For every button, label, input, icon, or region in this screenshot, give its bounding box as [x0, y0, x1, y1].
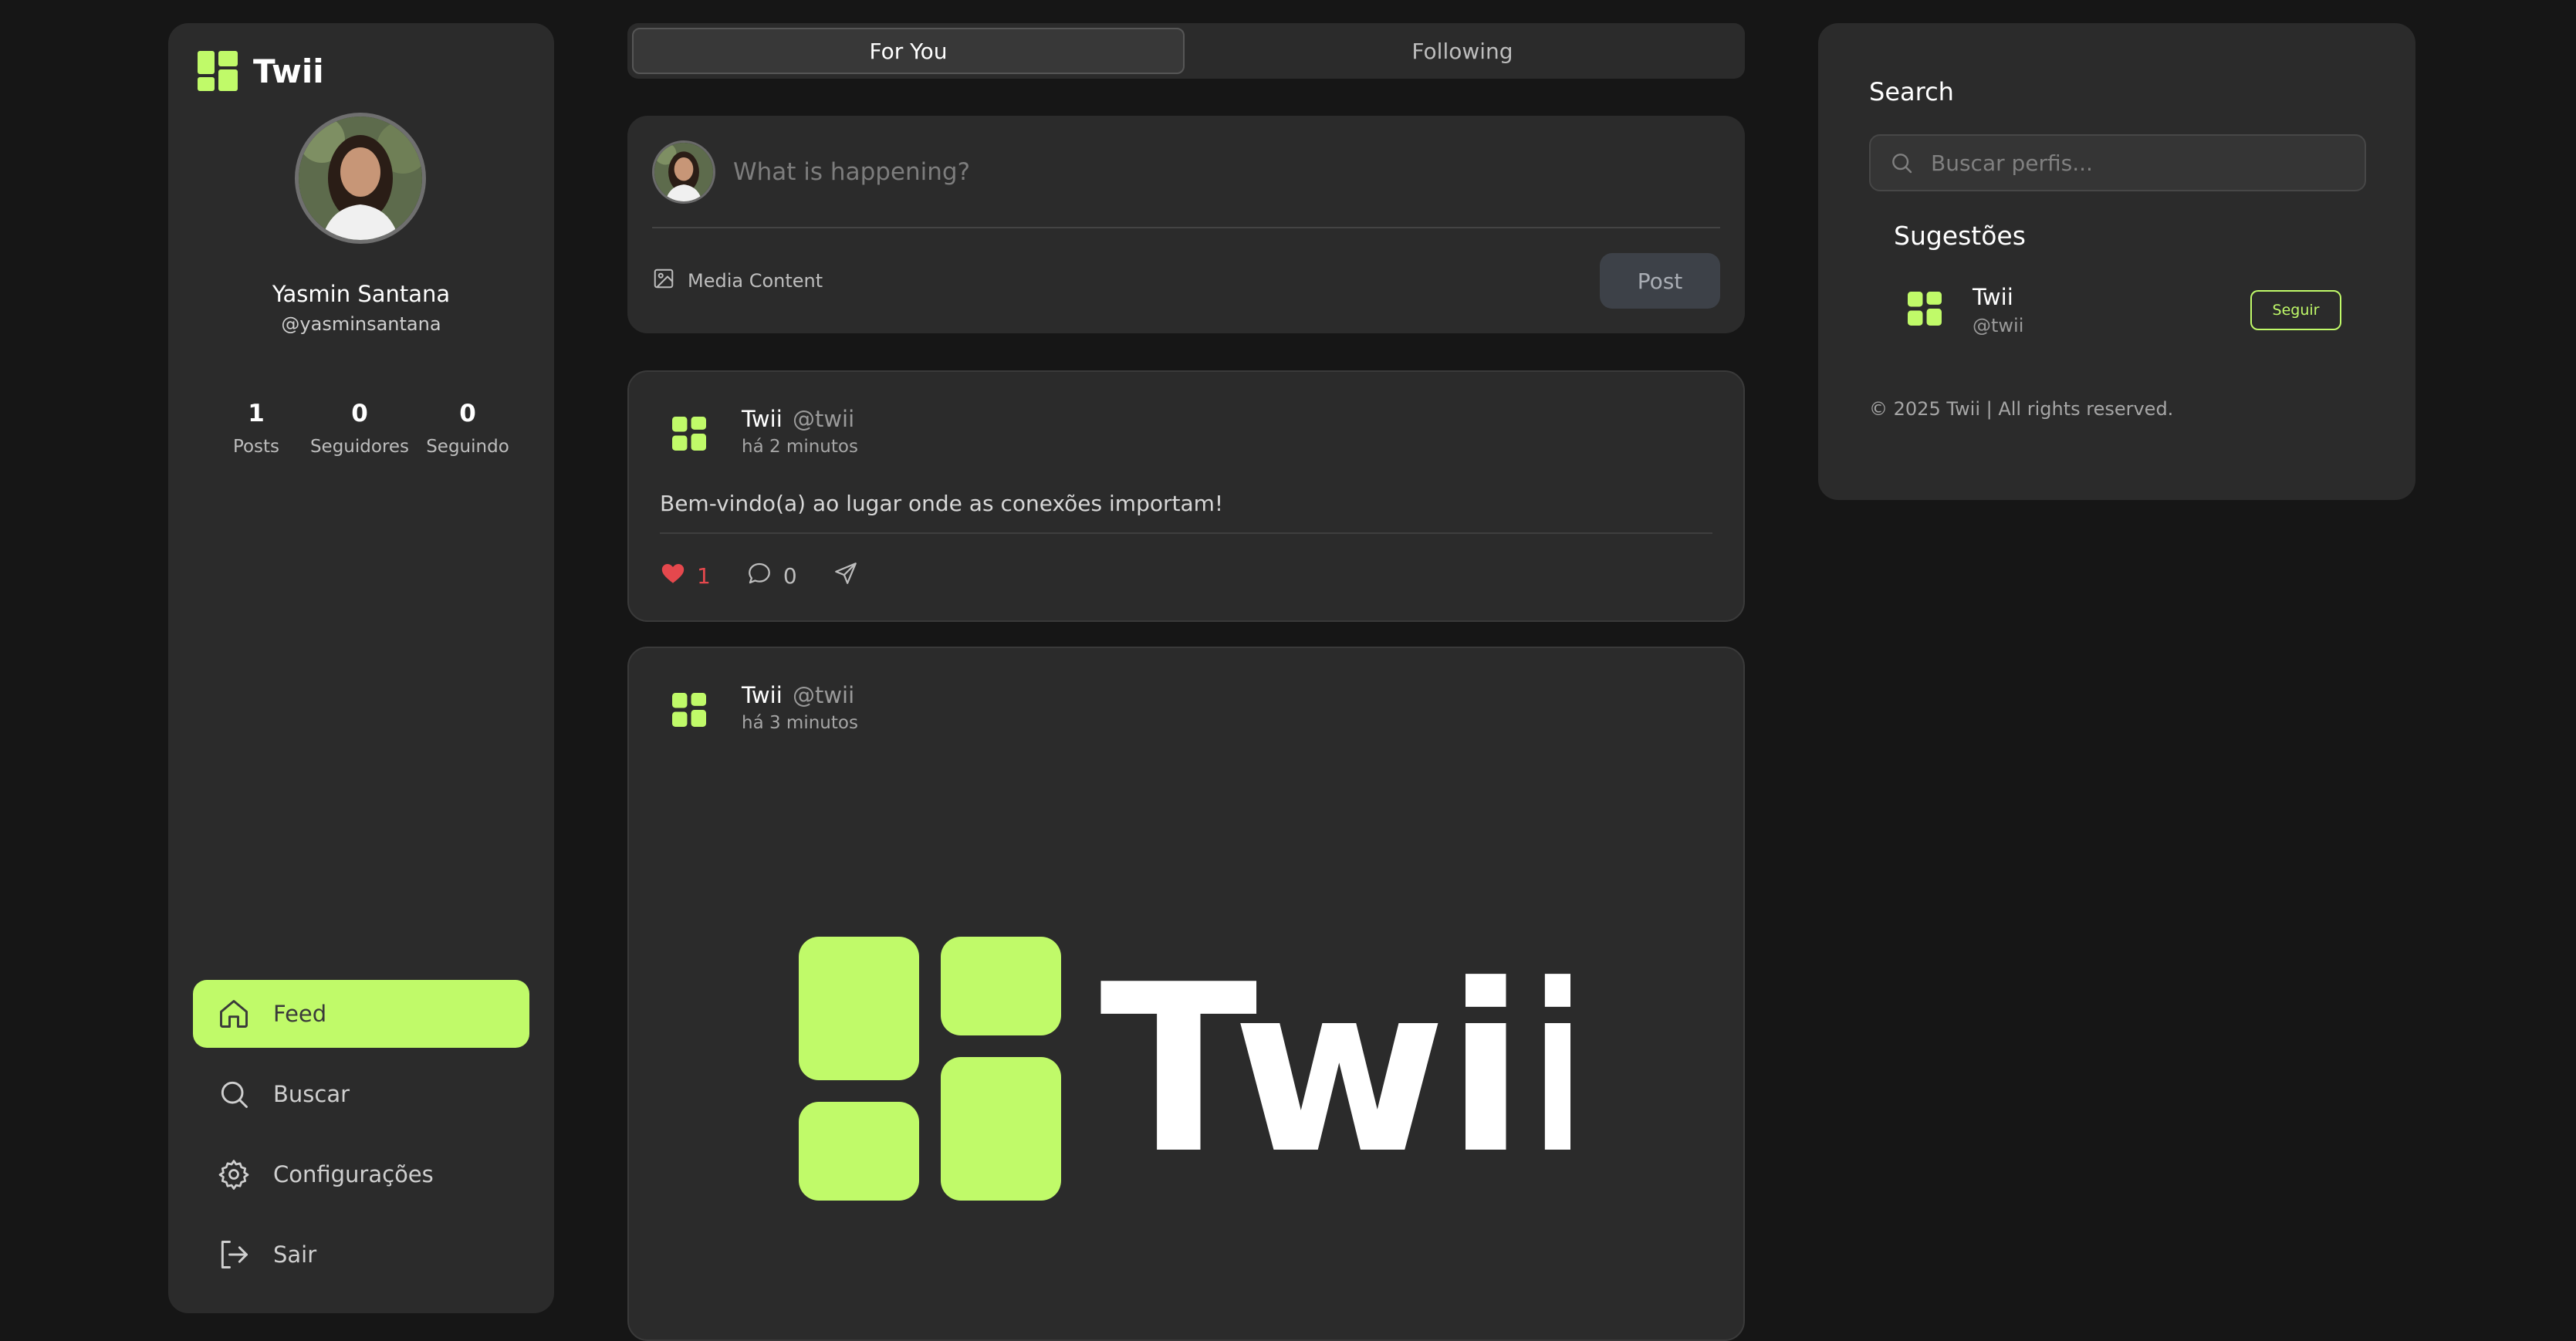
search-icon [1889, 150, 1914, 175]
search-input[interactable] [1931, 150, 2365, 176]
post-image-twii-logo[interactable]: Twii [799, 918, 1570, 1211]
post-author[interactable]: Twii @twii [742, 682, 854, 708]
post-button[interactable]: Post [1600, 253, 1720, 309]
stat-posts[interactable]: 1 Posts [202, 400, 310, 457]
composer-avatar [652, 140, 715, 204]
like-count: 1 [697, 563, 711, 589]
stat-value: 0 [459, 400, 476, 427]
post-image-text: Twii [1100, 935, 1570, 1204]
nav-label: Sair [273, 1241, 317, 1268]
right-panel: Search Sugestões Twii @twii Seguir © 202… [1818, 23, 2415, 500]
nav-item-feed[interactable]: Feed [193, 980, 529, 1048]
search-title: Search [1869, 77, 1954, 106]
author-name: Twii [742, 406, 783, 432]
nav-label: Buscar [273, 1081, 350, 1107]
author-handle: @twii [792, 406, 855, 432]
media-label: Media Content [688, 270, 823, 292]
home-icon [215, 995, 253, 1033]
profile-avatar[interactable] [295, 113, 426, 244]
search-icon [215, 1075, 253, 1113]
image-icon [652, 267, 675, 295]
post-actions: 1 0 [660, 560, 894, 592]
stat-value: 0 [351, 400, 368, 427]
nav-item-logout[interactable]: Sair [193, 1221, 529, 1289]
comment-icon [746, 560, 772, 592]
brand[interactable]: Twii [198, 49, 324, 93]
post-card: Twii @twii há 2 minutos Bem-vindo(a) ao … [627, 370, 1745, 622]
post-card: Twii @twii há 3 minutos Twii [627, 647, 1745, 1341]
stat-followers[interactable]: 0 Seguidores [306, 400, 414, 457]
stat-label: Posts [232, 437, 280, 457]
footer-copyright: © 2025 Twii | All rights reserved. [1869, 398, 2174, 420]
suggestion-name[interactable]: Twii [1973, 284, 2013, 310]
nav-label: Feed [273, 1001, 327, 1027]
media-content-button[interactable]: Media Content [652, 267, 823, 295]
post-time: há 2 minutos [742, 437, 858, 457]
author-handle: @twii [792, 682, 855, 708]
follow-button[interactable]: Seguir [2250, 290, 2341, 330]
suggestions-title: Sugestões [1894, 221, 2026, 251]
avatar-photo [299, 117, 422, 240]
tab-following[interactable]: Following [1186, 28, 1739, 74]
suggestion-avatar-icon[interactable] [1908, 292, 1942, 326]
suggestion-handle: @twii [1973, 315, 2024, 336]
search-field[interactable] [1869, 134, 2366, 191]
heart-icon [660, 560, 686, 592]
profile-name: Yasmin Santana [272, 281, 451, 307]
author-avatar-icon[interactable] [672, 693, 706, 727]
author-avatar-icon[interactable] [672, 417, 706, 451]
post-divider [660, 532, 1712, 534]
logout-icon [215, 1235, 253, 1274]
composer-divider [652, 227, 1720, 228]
like-button[interactable]: 1 [660, 560, 711, 592]
share-button[interactable] [833, 560, 859, 592]
post-text: Bem-vindo(a) ao lugar onde as conexões i… [660, 491, 1224, 516]
profile-handle: @yasminsantana [281, 313, 441, 335]
send-icon [833, 560, 859, 592]
nav-item-search[interactable]: Buscar [193, 1060, 529, 1128]
avatar-photo [654, 143, 713, 201]
post-time: há 3 minutos [742, 713, 858, 733]
compose-input[interactable] [733, 154, 1582, 190]
nav-label: Configurações [273, 1161, 434, 1187]
comment-button[interactable]: 0 [746, 560, 797, 592]
nav-item-settings[interactable]: Configurações [193, 1140, 529, 1208]
gear-icon [215, 1155, 253, 1194]
feed-tabs: For You Following [627, 23, 1745, 79]
stat-following[interactable]: 0 Seguindo [414, 400, 522, 457]
post-composer: Media Content Post [627, 116, 1745, 333]
author-name: Twii [742, 682, 783, 708]
comment-count: 0 [783, 563, 797, 589]
stat-label: Seguidores [309, 437, 410, 457]
tab-for-you[interactable]: For You [632, 28, 1185, 74]
left-sidebar: Twii Yasmin Santana @yasminsantana 1 Pos… [168, 23, 554, 1313]
stat-label: Seguindo [426, 437, 509, 457]
post-author[interactable]: Twii @twii [742, 406, 854, 432]
brand-name: Twii [253, 52, 324, 90]
twii-logo-icon [198, 51, 238, 91]
stat-value: 1 [248, 400, 265, 427]
